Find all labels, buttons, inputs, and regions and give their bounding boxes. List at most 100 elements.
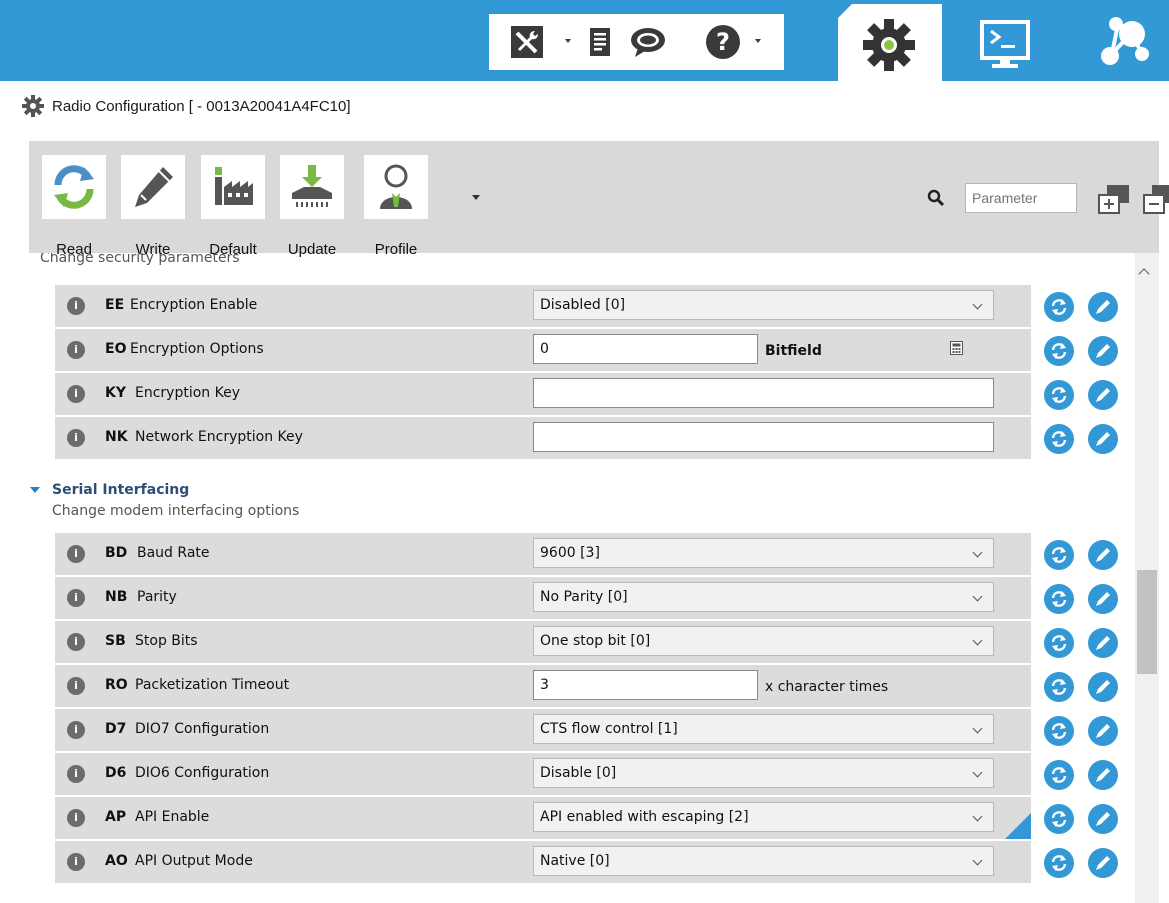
read-param-button[interactable] [1044,628,1074,658]
refresh-icon [1051,635,1067,651]
write-param-button[interactable] [1088,672,1118,702]
update-button[interactable]: Update [280,155,344,258]
select-value: Native [0] [540,853,610,869]
write-param-button[interactable] [1088,804,1118,834]
parity-select[interactable]: No Parity [0] [533,582,994,612]
encryption-enable-select[interactable]: Disabled [0] [533,290,994,320]
profile-button[interactable]: Profile [364,155,428,258]
help-dropdown-caret[interactable] [755,39,761,43]
packetization-timeout-input[interactable]: 3 [533,670,758,700]
info-icon[interactable]: i [67,633,85,651]
read-param-button[interactable] [1044,716,1074,746]
info-icon[interactable]: i [67,545,85,563]
param-code: RO [105,677,128,693]
read-param-button[interactable] [1044,380,1074,410]
read-param-button[interactable] [1044,760,1074,790]
info-icon[interactable]: i [67,341,85,359]
collapse-caret-icon[interactable] [30,487,40,493]
default-button[interactable]: Default [201,155,265,258]
collapse-icon [1143,185,1169,214]
select-value: No Parity [0] [540,589,628,605]
info-icon[interactable]: i [67,721,85,739]
vertical-scrollbar[interactable] [1135,253,1159,903]
stop-bits-select[interactable]: One stop bit [0] [533,626,994,656]
info-icon[interactable]: i [67,853,85,871]
read-param-button[interactable] [1044,540,1074,570]
pencil-icon [1096,812,1110,826]
tools-group: ? [489,14,784,70]
read-param-button[interactable] [1044,672,1074,702]
info-icon[interactable]: i [67,385,85,403]
tools-icon[interactable] [507,14,547,70]
dio6-configuration-select[interactable]: Disable [0] [533,758,994,788]
pencil-icon [1096,432,1110,446]
section-title: Serial Interfacing [52,482,190,498]
write-param-button[interactable] [1088,848,1118,878]
read-param-button[interactable] [1044,848,1074,878]
baud-rate-select[interactable]: 9600 [3] [533,538,994,568]
scrollbar-thumb[interactable] [1137,570,1157,674]
info-icon[interactable]: i [67,809,85,827]
write-param-button[interactable] [1088,540,1118,570]
param-code: D7 [105,721,127,737]
chat-icon[interactable] [627,14,669,70]
read-param-button[interactable] [1044,424,1074,454]
info-icon[interactable]: i [67,765,85,783]
info-icon[interactable]: i [67,429,85,447]
write-param-button[interactable] [1088,584,1118,614]
scroll-up-arrow-icon[interactable] [1138,268,1150,280]
select-value: API enabled with escaping [2] [540,809,749,825]
more-dropdown-caret[interactable] [472,195,480,200]
document-icon[interactable] [585,14,615,70]
param-code: EO [105,341,127,357]
dio7-configuration-select[interactable]: CTS flow control [1] [533,714,994,744]
write-button[interactable]: Write [121,155,185,258]
encryption-key-input[interactable] [533,378,994,408]
read-button[interactable]: Read [42,155,106,258]
write-param-button[interactable] [1088,292,1118,322]
read-param-button[interactable] [1044,292,1074,322]
parameter-search-input[interactable] [965,183,1077,213]
collapse-all-button[interactable] [1142,183,1169,215]
help-icon[interactable]: ? [703,14,743,70]
console-tab[interactable] [975,14,1035,74]
refresh-icon [1051,723,1067,739]
tools-dropdown-caret[interactable] [565,39,571,43]
param-row-ao: i AO API Output Mode Native [0] [55,841,1031,883]
param-code: NB [105,589,128,605]
info-icon[interactable]: i [67,297,85,315]
param-row-ap: i AP API Enable API enabled with escapin… [55,797,1031,839]
select-value: 9600 [3] [540,545,600,561]
param-code: D6 [105,765,127,781]
write-param-button[interactable] [1088,424,1118,454]
write-param-button[interactable] [1088,380,1118,410]
write-param-button[interactable] [1088,716,1118,746]
read-param-button[interactable] [1044,336,1074,366]
calculator-icon[interactable] [950,341,963,355]
write-param-button[interactable] [1088,628,1118,658]
encryption-options-input[interactable]: 0 [533,334,758,364]
write-param-button[interactable] [1088,336,1118,366]
refresh-icon [1051,343,1067,359]
expand-all-button[interactable] [1097,183,1131,215]
info-icon[interactable]: i [67,677,85,695]
page-title: Radio Configuration [ - 0013A20041A4FC10… [52,97,351,115]
network-tab[interactable] [1094,10,1154,70]
modified-marker [1005,813,1031,839]
api-output-mode-select[interactable]: Native [0] [533,846,994,876]
configuration-tab[interactable] [838,4,942,81]
pencil-icon [1096,388,1110,402]
param-row-d7: i D7 DIO7 Configuration CTS flow control… [55,709,1031,751]
param-name: Baud Rate [137,545,210,561]
network-encryption-key-input[interactable] [533,422,994,452]
api-enable-select[interactable]: API enabled with escaping [2] [533,802,994,832]
param-row-eo: i EO Encryption Options 0 Bitfield [55,329,1031,371]
read-param-button[interactable] [1044,584,1074,614]
param-row-ro: i RO Packetization Timeout 3 x character… [55,665,1031,707]
info-icon[interactable]: i [67,589,85,607]
read-param-button[interactable] [1044,804,1074,834]
top-bar: ? [0,0,1169,81]
write-param-button[interactable] [1088,760,1118,790]
toolbar: Read Write Default Update Profile Parame… [29,141,1169,258]
param-code: AP [105,809,127,825]
